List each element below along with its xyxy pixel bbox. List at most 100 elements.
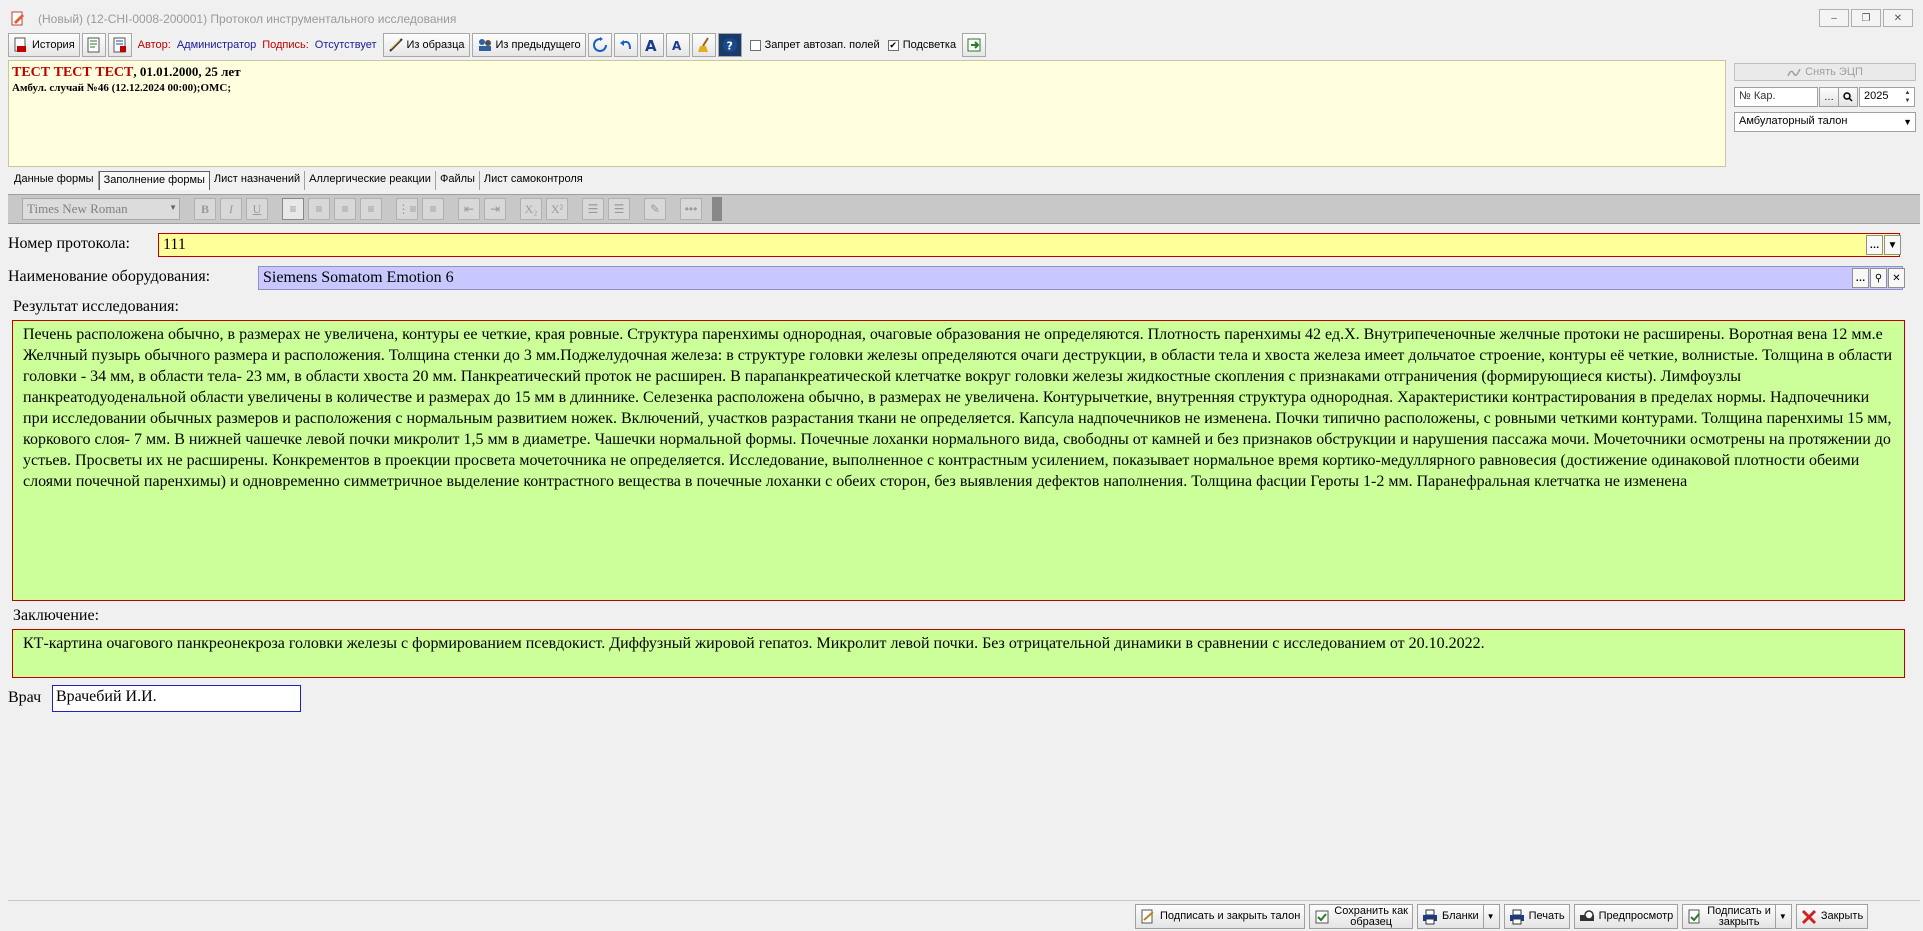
font-family-value: Times New Roman <box>27 201 128 216</box>
from-template-button[interactable]: Из образца <box>382 33 470 57</box>
superscript-icon[interactable]: X² <box>546 198 568 220</box>
chevron-down-icon[interactable]: ▼ <box>1884 235 1901 255</box>
history-button[interactable]: История <box>8 33 80 57</box>
highlight-box[interactable]: ✔ <box>887 39 899 51</box>
result-textarea[interactable]: Печень расположена обычно, в размерах не… <box>12 320 1905 601</box>
spin-down-icon[interactable]: ▼ <box>1902 97 1913 105</box>
spin-up-icon[interactable]: ▲ <box>1902 89 1913 97</box>
svg-text:?: ? <box>726 40 732 53</box>
italic-icon[interactable]: I <box>220 198 242 220</box>
ellipsis-icon[interactable]: … <box>1866 235 1883 255</box>
autofill-ban-box[interactable] <box>749 39 761 51</box>
card-search-button[interactable] <box>1838 87 1858 107</box>
clear-format-icon[interactable]: ✎ <box>644 198 666 220</box>
align-left-icon[interactable]: ≡ <box>282 198 304 220</box>
broom-icon <box>697 37 709 52</box>
chevron-down-icon[interactable]: ▼ <box>1482 905 1495 928</box>
autofill-ban-checkbox[interactable]: Запрет автозап. полей <box>749 39 880 51</box>
tab-form-data[interactable]: Данные формы <box>10 171 99 190</box>
print-button[interactable]: Печать <box>1503 904 1570 929</box>
undo-icon <box>619 40 631 50</box>
card-browse-button[interactable]: … <box>1819 87 1839 107</box>
close-button[interactable]: Закрыть <box>1795 904 1869 929</box>
numbered-list-icon[interactable]: ≡ <box>422 198 444 220</box>
tab-prescriptions[interactable]: Лист назначений <box>209 171 306 190</box>
tab-files[interactable]: Файлы <box>435 171 480 190</box>
insert-tab-icon[interactable]: ☰ <box>608 198 630 220</box>
highlight-checkbox[interactable]: ✔ Подсветка <box>887 39 956 51</box>
protocol-number-input[interactable]: 111 <box>158 233 1900 257</box>
forms-button[interactable]: Бланки ▼ <box>1417 904 1500 929</box>
card-number-input[interactable]: № Кар. <box>1734 87 1818 107</box>
sign-close-talon-label: Подписать и закрыть талон <box>1160 910 1301 922</box>
patient-line: ТЕСТ ТЕСТ ТЕСТ, 01.01.2000, 25 лет <box>12 64 1722 81</box>
ellipsis-icon[interactable]: … <box>1852 268 1869 288</box>
forms-label: Бланки <box>1442 910 1479 922</box>
preview-button[interactable]: Предпросмотр <box>1573 904 1679 929</box>
year-value: 2025 <box>1864 90 1889 102</box>
refresh-button[interactable] <box>587 33 612 57</box>
sign-close-talon-button[interactable]: Подписать и закрыть талон <box>1135 904 1306 929</box>
form-check-button[interactable] <box>107 33 132 57</box>
tab-self-control[interactable]: Лист самоконтроля <box>479 171 587 190</box>
edit-form-button[interactable] <box>81 33 106 57</box>
autofill-ban-label: Запрет автозап. полей <box>764 39 880 51</box>
tab-form-filling[interactable]: Заполнение формы <box>98 171 210 190</box>
insert-line-icon[interactable]: ☰ <box>582 198 604 220</box>
restore-icon[interactable]: ❐ <box>1851 9 1881 27</box>
window-title: (Новый) (12-CHI-0008-200001) Протокол ин… <box>38 12 457 26</box>
more-options-icon[interactable]: ••• <box>680 198 702 220</box>
doctor-input[interactable]: Врачебий И.И. <box>52 685 301 712</box>
clear-button[interactable] <box>691 33 716 57</box>
form-check-icon <box>113 37 126 53</box>
print-label: Печать <box>1528 910 1565 922</box>
save-as-template-button[interactable]: Сохранить как образец <box>1309 904 1413 929</box>
bullet-list-icon[interactable]: ⋮≡ <box>396 198 418 220</box>
subscript-icon[interactable]: X₂ <box>520 198 542 220</box>
patient-name: ТЕСТ ТЕСТ ТЕСТ <box>12 65 134 80</box>
refresh-icon <box>592 37 607 52</box>
ruler-pencil-icon <box>388 38 403 52</box>
outdent-icon[interactable]: ⇤ <box>458 198 480 220</box>
toolbar-grip[interactable] <box>712 197 722 221</box>
align-right-icon[interactable]: ≡ <box>334 198 356 220</box>
sign-document-icon <box>1688 909 1701 923</box>
export-button[interactable] <box>962 33 987 57</box>
export-icon <box>967 38 981 52</box>
close-icon <box>1801 909 1816 924</box>
indent-icon[interactable]: ⇥ <box>484 198 506 220</box>
unsign-button[interactable]: Снять ЭЦП <box>1734 63 1916 81</box>
font-increase-button[interactable]: A <box>639 33 664 57</box>
year-input[interactable]: 2025 ▲ ▼ <box>1859 87 1915 107</box>
underline-icon[interactable]: U <box>246 198 268 220</box>
talon-type-select[interactable]: Амбулаторный талон ▼ <box>1734 112 1916 132</box>
equipment-input[interactable]: Siemens Somatom Emotion 6 <box>258 266 1903 290</box>
tab-allergies[interactable]: Аллергические реакции <box>305 171 436 190</box>
from-previous-button[interactable]: Из предыдущего <box>471 33 586 57</box>
minimize-icon[interactable]: – <box>1819 9 1849 27</box>
search-icon[interactable]: ⚲ <box>1870 268 1887 288</box>
font-decrease-button[interactable]: A <box>665 33 690 57</box>
font-family-select[interactable]: Times New Roman ▼ <box>22 198 180 220</box>
doctor-label: Врач <box>8 689 42 706</box>
help-icon: ? <box>722 38 737 53</box>
bold-icon[interactable]: B <box>194 198 216 220</box>
right-panel: Снять ЭЦП № Кар. … 2025 ▲ ▼ Амбулаторный … <box>1730 60 1920 167</box>
sign-close-button[interactable]: Подписать и закрыть ▼ <box>1682 904 1792 929</box>
chevron-down-icon[interactable]: ▼ <box>1774 905 1787 928</box>
preview-label: Предпросмотр <box>1598 910 1674 922</box>
undo-button[interactable] <box>613 33 638 57</box>
conclusion-textarea[interactable]: КТ-картина очагового панкреонекроза голо… <box>12 629 1905 678</box>
sign-close-label: Подписать и закрыть <box>1707 905 1771 928</box>
year-spinner[interactable]: ▲ ▼ <box>1902 89 1913 105</box>
align-center-icon[interactable]: ≡ <box>308 198 330 220</box>
ellipsis-icon: … <box>1824 91 1834 103</box>
close-window-icon[interactable]: ✕ <box>1883 9 1913 27</box>
clear-icon[interactable]: ✕ <box>1888 268 1905 288</box>
help-button[interactable]: ? <box>717 33 742 57</box>
align-justify-icon[interactable]: ≡ <box>360 198 382 220</box>
search-icon <box>1843 92 1853 102</box>
equipment-buttons: … ⚲ ✕ <box>1852 268 1905 288</box>
document-edit-icon <box>11 11 24 26</box>
save-as-template-label: Сохранить как образец <box>1334 905 1408 928</box>
